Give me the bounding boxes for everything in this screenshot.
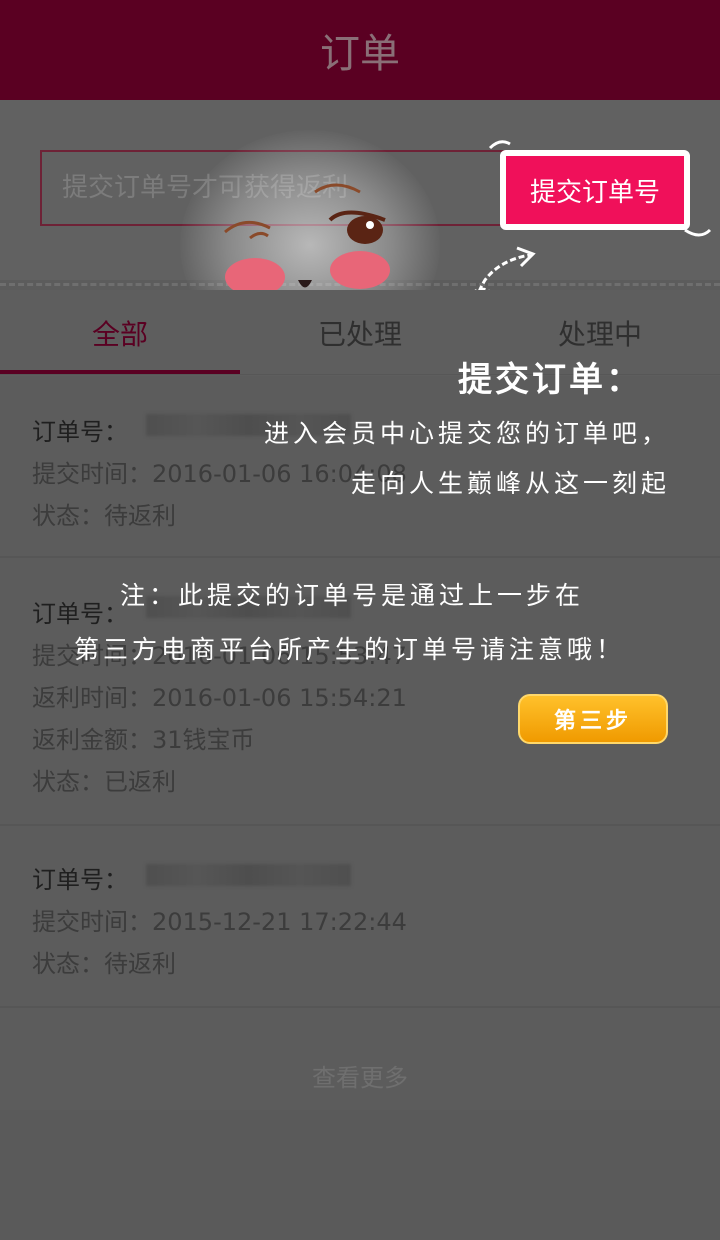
tutorial-line-1: 进入会员中心提交您的订单吧， — [263, 419, 670, 448]
order-number-label: 订单号： — [32, 418, 128, 446]
order-item[interactable]: 订单号： 提交时间：2015-12-21 17:22:44 状态：待返利 — [0, 826, 720, 1008]
order-rebate-amount: 返利金额：31钱宝币 — [32, 726, 255, 754]
load-more-button[interactable]: 查看更多 — [0, 1040, 720, 1110]
load-more-label: 查看更多 — [312, 1063, 408, 1092]
submit-order-button[interactable]: 提交订单号 — [500, 150, 690, 230]
order-rebate-time: 返利时间：2016-01-06 15:54:21 — [32, 684, 407, 712]
order-number-label: 订单号： — [32, 600, 128, 628]
tutorial-line-2: 走向人生巅峰从这一刻起 — [350, 469, 670, 498]
step-badge-label: 第三步 — [553, 709, 632, 734]
bottom-area — [0, 1110, 720, 1240]
order-status: 状态：已返利 — [32, 768, 176, 796]
tab-processed-label: 已处理 — [317, 318, 402, 351]
tab-processing-label: 处理中 — [557, 318, 642, 351]
tutorial-note-1: 注：此提交的订单号是通过上一步在 — [120, 581, 585, 610]
order-status: 状态：待返利 — [32, 950, 176, 978]
submit-order-label: 提交订单号 — [529, 177, 660, 208]
app-header: 订单 — [0, 0, 720, 100]
tutorial-title: 提交订单： — [458, 360, 643, 400]
order-number-label: 订单号： — [32, 866, 128, 894]
order-status: 状态：待返利 — [32, 502, 176, 530]
page-title: 订单 — [320, 31, 400, 77]
step-badge[interactable]: 第三步 — [518, 694, 668, 744]
tutorial-note-2: 第三方电商平台所产生的订单号请注意哦！ — [74, 635, 626, 664]
face-icon — [224, 183, 390, 296]
tab-processed[interactable]: 已处理 — [240, 290, 480, 376]
tab-all[interactable]: 全部 — [0, 290, 240, 376]
tab-all-label: 全部 — [91, 318, 148, 351]
order-submit-time: 提交时间：2015-12-21 17:22:44 — [32, 908, 407, 936]
order-number-redacted — [146, 864, 351, 886]
